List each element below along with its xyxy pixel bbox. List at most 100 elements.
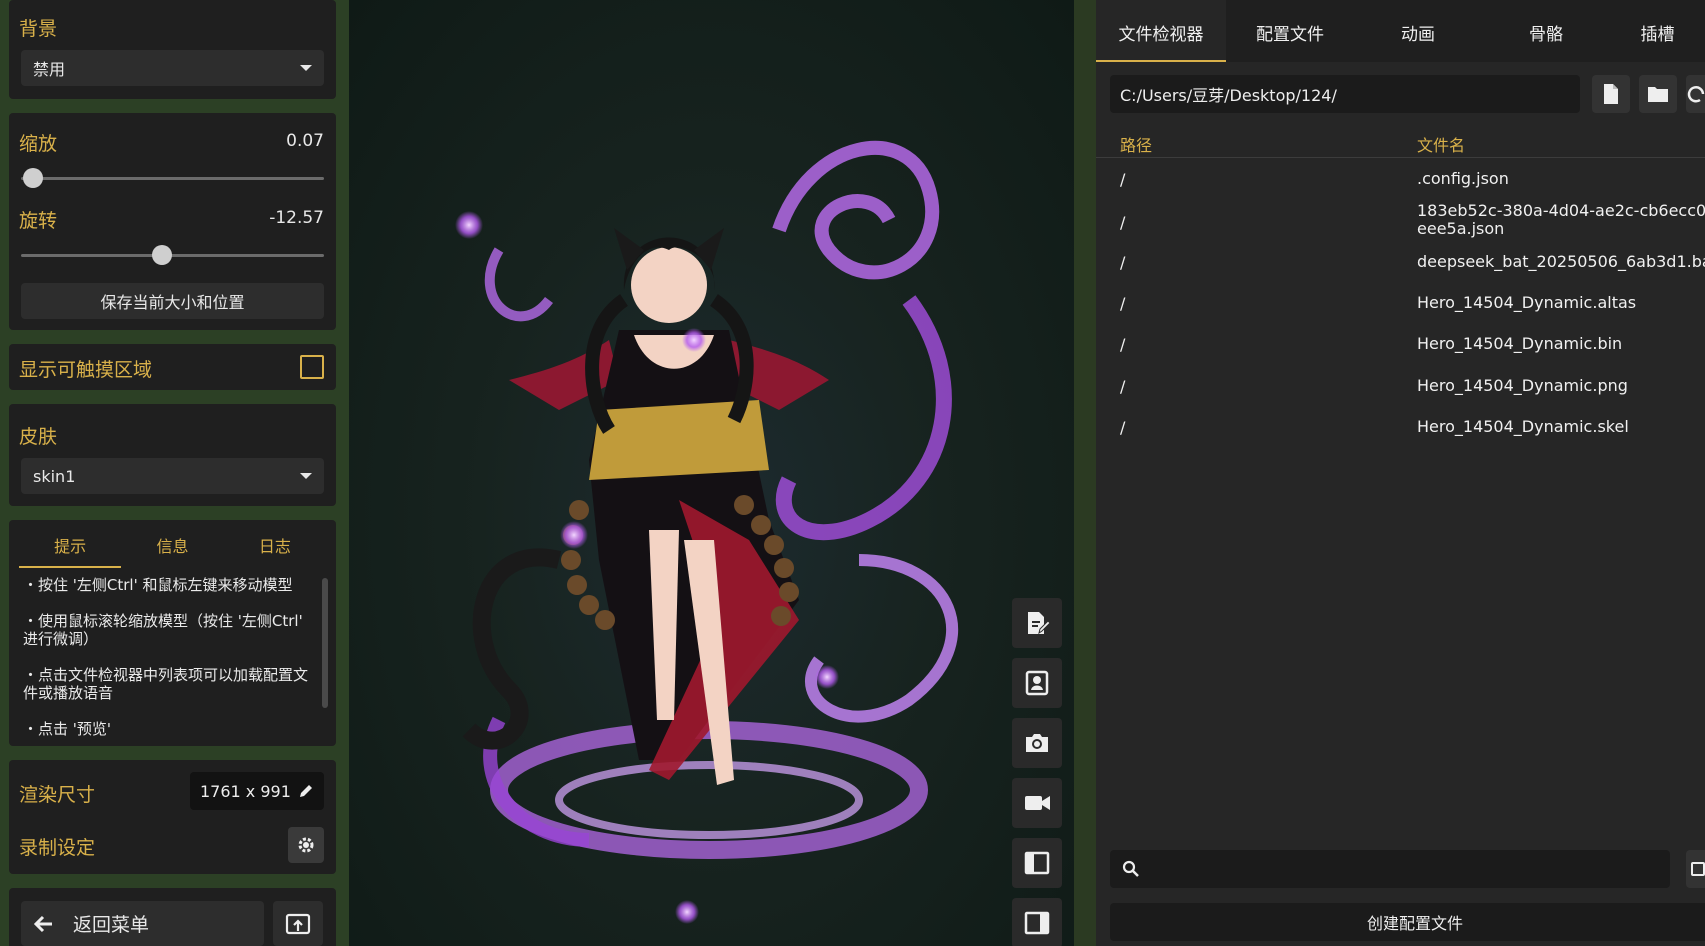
refresh-icon: [1687, 86, 1705, 103]
file-name: 183eb52c-380a-4d04-ae2c-cb6ecc04976: [1417, 202, 1705, 220]
open-file-button[interactable]: [1592, 75, 1630, 113]
tab-file-inspector[interactable]: 文件检视器: [1096, 0, 1226, 62]
file-path: /: [1120, 294, 1126, 313]
file-path: /: [1120, 213, 1126, 232]
table-row[interactable]: / deepseek_bat_20250506_6ab3d1.bat: [1096, 253, 1705, 281]
skin-value: skin1: [33, 466, 76, 486]
tab-config-file[interactable]: 配置文件: [1226, 0, 1354, 62]
table-row[interactable]: / 183eb52c-380a-4d04-ae2c-cb6ecc04976 ee…: [1096, 202, 1705, 242]
gear-icon: [298, 837, 314, 853]
table-row[interactable]: / Hero_14504_Dynamic.png: [1096, 377, 1705, 405]
toggle-right-panel-button[interactable]: [1012, 898, 1062, 946]
info-card: 提示 信息 日志 ・按住 '左侧Ctrl' 和鼠标左键来移动模型 ・使用鼠标滚轮…: [9, 520, 336, 746]
export-button[interactable]: [273, 901, 323, 946]
upload-box-icon: [285, 913, 311, 934]
edit-doc-icon: [1028, 612, 1051, 635]
file-inspector-panel: 文件检视器 配置文件 动画 骨骼 插槽 C:/Users/豆芽/Desktop/…: [1096, 0, 1705, 946]
touch-area-label: 显示可触摸区域: [19, 359, 153, 381]
tab-bones[interactable]: 骨骼: [1482, 0, 1610, 62]
open-folder-button[interactable]: [1639, 75, 1677, 113]
render-size-field[interactable]: 1761 x 991: [190, 772, 324, 810]
transform-card: 缩放 0.07 旋转 -12.57 保存当前大小和位置: [9, 113, 336, 330]
file-path: /: [1120, 418, 1126, 437]
arrow-left-icon: [33, 915, 52, 932]
portrait-icon: [1025, 670, 1049, 696]
render-card: 渲染尺寸 1761 x 991 录制设定: [9, 760, 336, 874]
refresh-button[interactable]: [1686, 75, 1705, 113]
scale-label: 缩放: [19, 133, 58, 155]
scale-slider[interactable]: [21, 167, 324, 189]
search-input[interactable]: [1110, 850, 1670, 888]
info-tabs: 提示 信息 日志: [19, 530, 326, 568]
control-panel: 背景 禁用 缩放 0.07 旋转 -12.57 保存当前大小和位置 显示可触摸区…: [0, 0, 349, 946]
file-table-header: 路径 文件名: [1096, 128, 1705, 158]
pencil-icon[interactable]: [298, 783, 314, 799]
rotation-slider-thumb[interactable]: [151, 245, 172, 265]
panel-left-icon: [1024, 851, 1050, 875]
hint-item: ・点击 '预览': [23, 720, 112, 738]
file-path: /: [1120, 335, 1126, 354]
tab-animation[interactable]: 动画: [1354, 0, 1482, 62]
model-viewport[interactable]: [349, 0, 1074, 946]
path-input[interactable]: C:/Users/豆芽/Desktop/124/: [1110, 75, 1580, 113]
file-path: /: [1120, 377, 1126, 396]
character-model-render: [455, 140, 958, 924]
background-label: 背景: [19, 18, 58, 40]
rotation-value: -12.57: [269, 208, 324, 228]
table-row[interactable]: / Hero_14504_Dynamic.altas: [1096, 294, 1705, 322]
touch-area-checkbox[interactable]: [300, 355, 324, 379]
footer-card: 返回菜单: [9, 888, 336, 946]
file-name-wrap: eee5a.json: [1417, 220, 1505, 238]
save-size-position-button[interactable]: 保存当前大小和位置: [21, 283, 324, 319]
background-dropdown[interactable]: 禁用: [21, 50, 324, 86]
file-name: deepseek_bat_20250506_6ab3d1.bat: [1417, 253, 1705, 271]
tab-info[interactable]: 信息: [121, 530, 223, 564]
file-name: .config.json: [1417, 170, 1509, 188]
table-row[interactable]: / Hero_14504_Dynamic.bin: [1096, 335, 1705, 363]
path-value: C:/Users/豆芽/Desktop/124/: [1120, 86, 1337, 105]
panel-splitter[interactable]: [1074, 0, 1096, 946]
table-row[interactable]: / Hero_14504_Dynamic.skel: [1096, 418, 1705, 446]
file-icon: [1604, 84, 1618, 104]
rotation-slider[interactable]: [21, 244, 324, 266]
toggle-left-panel-button[interactable]: [1012, 838, 1062, 888]
screenshot-button[interactable]: [1012, 718, 1062, 768]
table-row[interactable]: / .config.json: [1096, 170, 1705, 198]
record-video-button[interactable]: [1012, 778, 1062, 828]
column-filename: 文件名: [1417, 136, 1466, 155]
tab-hints[interactable]: 提示: [19, 530, 122, 568]
create-config-button[interactable]: 创建配置文件: [1110, 903, 1705, 941]
skin-card: 皮肤 skin1: [9, 404, 336, 506]
folder-icon: [1648, 87, 1668, 102]
tab-slots[interactable]: 插槽: [1610, 0, 1705, 62]
scale-value: 0.07: [286, 131, 324, 151]
hint-item: ・点击文件检视器中列表项可以加载配置文件或播放语音: [23, 666, 309, 702]
portrait-button[interactable]: [1012, 658, 1062, 708]
app-window: 背景 禁用 缩放 0.07 旋转 -12.57 保存当前大小和位置 显示可触摸区…: [0, 0, 1705, 946]
copy-icon: [1691, 862, 1705, 876]
back-menu-button[interactable]: 返回菜单: [21, 901, 264, 946]
record-settings-button[interactable]: [288, 827, 324, 863]
tab-log[interactable]: 日志: [224, 530, 326, 564]
back-menu-label: 返回菜单: [73, 914, 150, 936]
file-path: /: [1120, 253, 1126, 272]
scale-slider-thumb[interactable]: [23, 168, 44, 188]
edit-doc-button[interactable]: [1012, 598, 1062, 648]
record-settings-label: 录制设定: [19, 837, 96, 859]
panel-right-icon: [1024, 911, 1050, 935]
hints-scrollbar[interactable]: [322, 578, 328, 708]
hint-item: ・按住 '左侧Ctrl' 和鼠标左键来移动模型: [23, 576, 293, 594]
scale-slider-track: [21, 177, 324, 180]
file-name: Hero_14504_Dynamic.bin: [1417, 335, 1623, 353]
rotation-label: 旋转: [19, 210, 58, 232]
column-path: 路径: [1120, 136, 1153, 155]
render-size-value: 1761 x 991: [200, 781, 291, 801]
hint-item: ・使用鼠标滚轮缩放模型（按住 '左侧Ctrl' 进行微调）: [23, 612, 303, 648]
skin-label: 皮肤: [19, 426, 58, 448]
skin-dropdown[interactable]: skin1: [21, 458, 324, 494]
background-card: 背景 禁用: [9, 0, 336, 99]
search-option-button[interactable]: [1686, 850, 1705, 888]
rotation-slider-track: [21, 254, 324, 257]
chevron-down-icon: [300, 65, 312, 71]
file-name: Hero_14504_Dynamic.altas: [1417, 294, 1637, 312]
